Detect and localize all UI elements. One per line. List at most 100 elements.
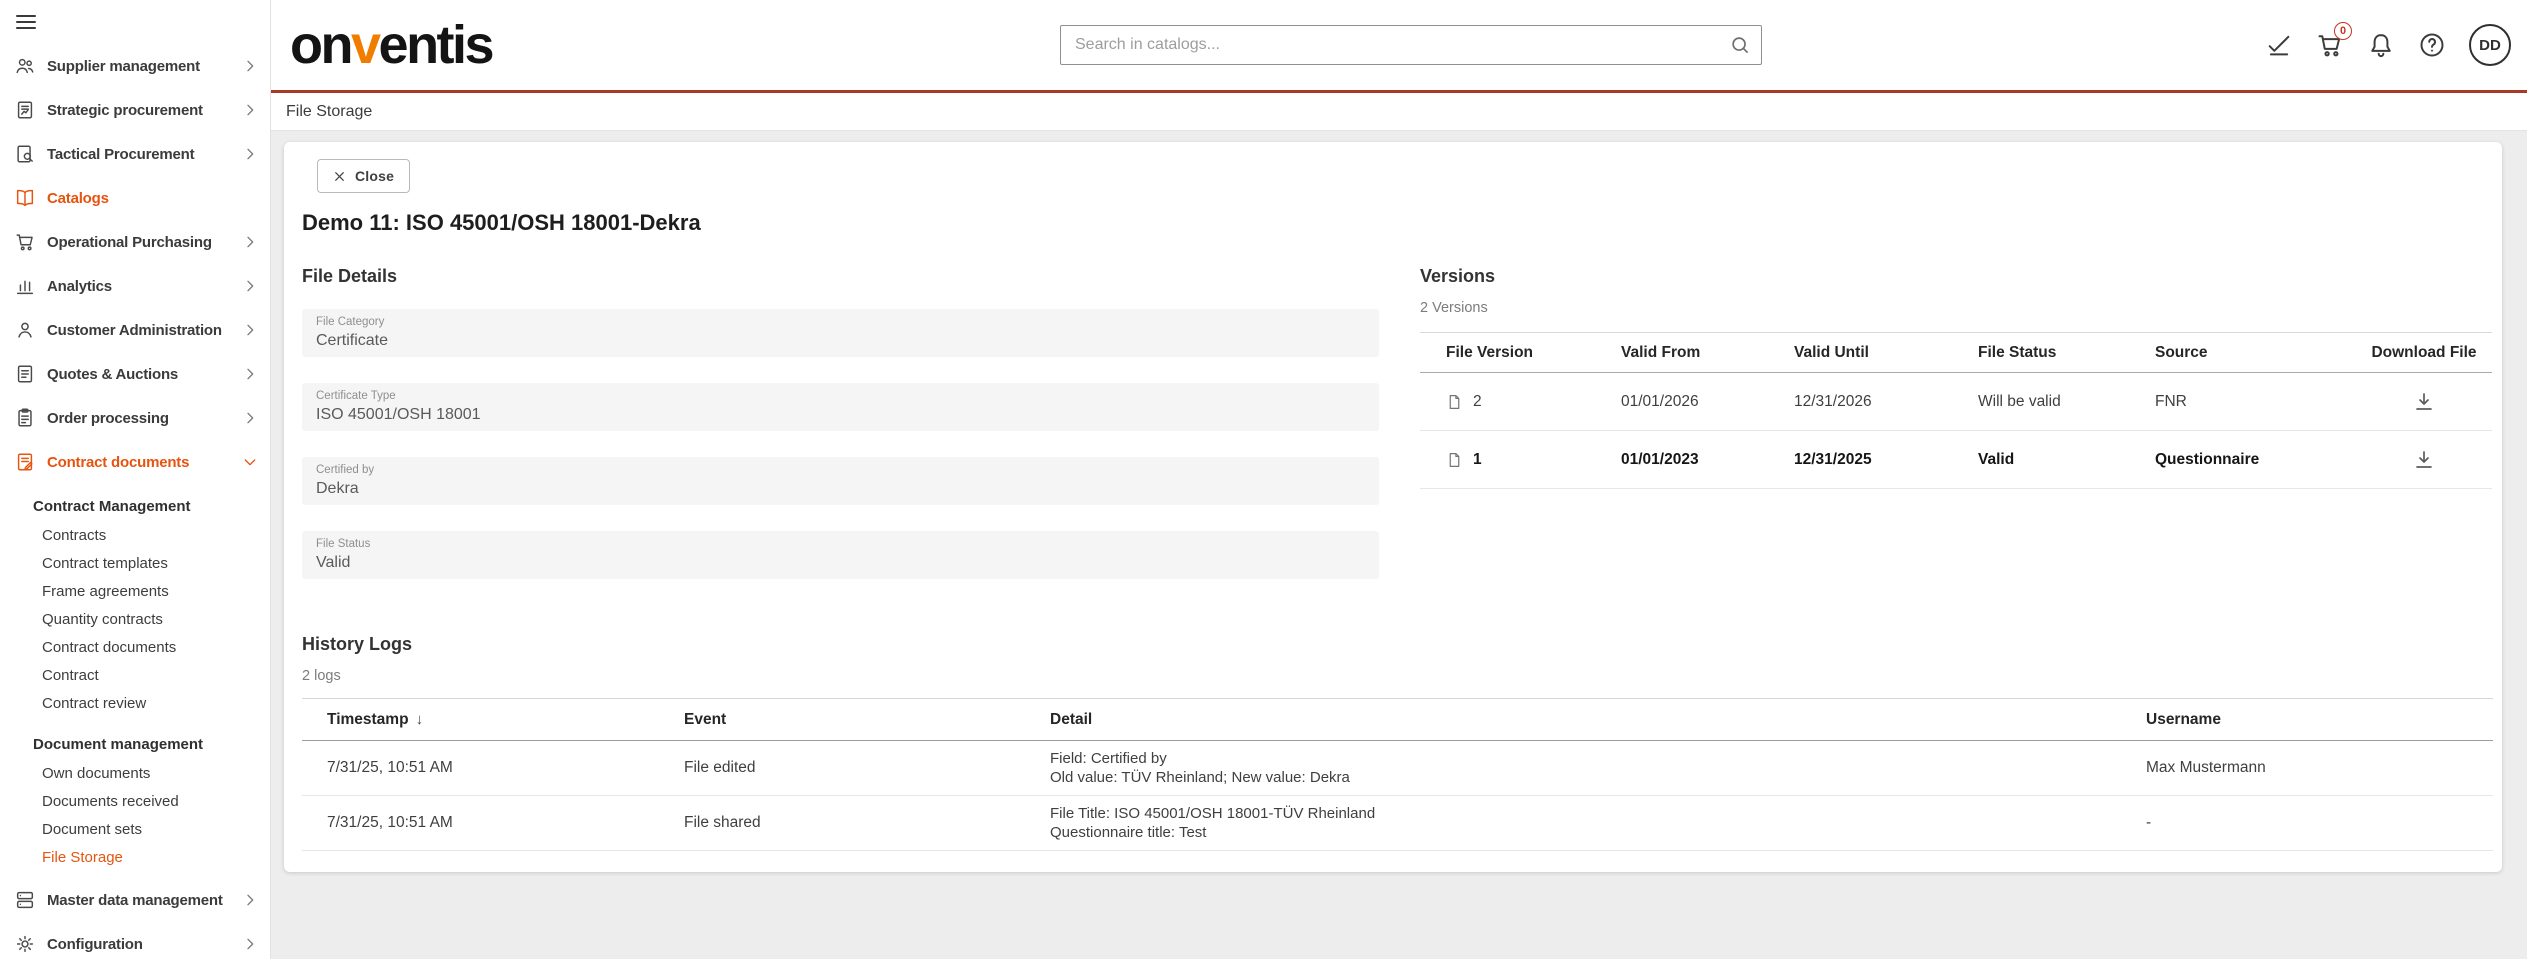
- sidebar-item-label: Master data management: [47, 892, 242, 909]
- col-source: Source: [2155, 333, 2356, 373]
- close-button-label: Close: [355, 168, 394, 184]
- sidebar-item-label: Analytics: [47, 278, 242, 295]
- sidebar-item-master-data-management[interactable]: Master data management: [0, 878, 270, 922]
- file-storage-detail-card: Close Demo 11: ISO 45001/OSH 18001-Dekra…: [284, 142, 2502, 872]
- sidebar-item-label: Operational Purchasing: [47, 234, 242, 251]
- sidebar-item-own-documents[interactable]: Own documents: [0, 760, 270, 788]
- history-header-row: Timestamp↓ Event Detail Username: [302, 699, 2493, 741]
- sidebar-item-contract[interactable]: Contract: [0, 662, 270, 690]
- sidebar-item-contract-documents[interactable]: Contract documents: [0, 440, 270, 484]
- sidebar-item-tactical-procurement[interactable]: Tactical Procurement: [0, 132, 270, 176]
- sidebar-item-label: Contract documents: [47, 454, 242, 471]
- sidebar-item-supplier-management[interactable]: Supplier management: [0, 44, 270, 88]
- onventis-logo[interactable]: onventis: [290, 0, 492, 90]
- sidebar-item-quantity-contracts[interactable]: Quantity contracts: [0, 606, 270, 634]
- sidebar-item-contracts[interactable]: Contracts: [0, 522, 270, 550]
- file-category-field: File Category Certificate: [302, 309, 1379, 357]
- chevron-right-icon: [242, 146, 258, 162]
- sidebar-item-operational-purchasing[interactable]: Operational Purchasing: [0, 220, 270, 264]
- versions-count: 2 Versions: [1420, 300, 2492, 316]
- history-logs-section: History Logs 2 logs Timestamp↓ Event Det…: [302, 634, 2493, 851]
- sidebar-item-strategic-procurement[interactable]: Strategic procurement: [0, 88, 270, 132]
- sidebar: Supplier management Strategic procuremen…: [0, 0, 271, 959]
- history-logs-table: Timestamp↓ Event Detail Username 7/31/25…: [302, 698, 2493, 851]
- operational-purchasing-icon: [14, 231, 36, 253]
- cart-icon[interactable]: 0: [2316, 31, 2344, 59]
- history-logs-count: 2 logs: [302, 668, 2493, 684]
- download-icon[interactable]: [2412, 390, 2436, 414]
- timestamp-cell: 7/31/25, 10:51 AM: [302, 796, 684, 851]
- sidebar-item-document-sets[interactable]: Document sets: [0, 816, 270, 844]
- detail-line-2: Questionnaire title: Test: [1050, 823, 2146, 842]
- search-icon[interactable]: [1729, 34, 1751, 56]
- chevron-right-icon: [242, 892, 258, 908]
- sidebar-item-customer-administration[interactable]: Customer Administration: [0, 308, 270, 352]
- valid-from-cell: 01/01/2023: [1621, 431, 1794, 489]
- chevron-right-icon: [242, 322, 258, 338]
- sidebar-item-configuration[interactable]: Configuration: [0, 922, 270, 959]
- page-title: Demo 11: ISO 45001/OSH 18001-Dekra: [302, 210, 701, 236]
- version-row[interactable]: 1 01/01/2023 12/31/2025 Valid Questionna…: [1420, 431, 2492, 489]
- chevron-right-icon: [242, 410, 258, 426]
- col-username: Username: [2146, 699, 2493, 741]
- approvals-icon[interactable]: [2265, 31, 2293, 59]
- sidebar-item-contract-templates[interactable]: Contract templates: [0, 550, 270, 578]
- logo-text-accent: v: [351, 14, 379, 76]
- catalogs-icon: [14, 187, 36, 209]
- master-data-icon: [14, 889, 36, 911]
- username-cell: -: [2146, 796, 2493, 851]
- detail-cell: Field: Certified by Old value: TÜV Rhein…: [1050, 741, 2146, 796]
- sidebar-item-contract-review[interactable]: Contract review: [0, 690, 270, 718]
- file-status-cell: Will be valid: [1978, 373, 2155, 431]
- search-input[interactable]: [1060, 25, 1762, 65]
- history-logs-heading: History Logs: [302, 634, 2493, 655]
- field-value: ISO 45001/OSH 18001: [316, 406, 1365, 424]
- versions-header-row: File Version Valid From Valid Until File…: [1420, 333, 2492, 373]
- field-label: File Category: [316, 316, 1365, 328]
- field-value: Certificate: [316, 332, 1365, 350]
- help-icon[interactable]: [2418, 31, 2446, 59]
- breadcrumb-bar: File Storage: [271, 93, 2527, 131]
- sidebar-item-quotes-auctions[interactable]: Quotes & Auctions: [0, 352, 270, 396]
- download-icon[interactable]: [2412, 448, 2436, 472]
- configuration-icon: [14, 933, 36, 955]
- col-detail: Detail: [1050, 699, 2146, 741]
- sidebar-item-catalogs[interactable]: Catalogs: [0, 176, 270, 220]
- chevron-down-icon: [242, 454, 258, 470]
- sidebar-item-order-processing[interactable]: Order processing: [0, 396, 270, 440]
- valid-until-cell: 12/31/2025: [1794, 431, 1978, 489]
- timestamp-cell: 7/31/25, 10:51 AM: [302, 741, 684, 796]
- col-valid-from: Valid From: [1621, 333, 1794, 373]
- user-avatar[interactable]: DD: [2469, 24, 2511, 66]
- versions-section: Versions 2 Versions File Version Valid F…: [1420, 266, 2492, 489]
- file-details-fields: File Category Certificate Certificate Ty…: [302, 309, 1379, 605]
- header-actions: 0 DD: [2265, 0, 2511, 90]
- version-row[interactable]: 2 01/01/2026 12/31/2026 Will be valid FN…: [1420, 373, 2492, 431]
- notifications-icon[interactable]: [2367, 31, 2395, 59]
- log-row: 7/31/25, 10:51 AM File shared File Title…: [302, 796, 2493, 851]
- sidebar-group-contract-management: Contract Management: [0, 492, 270, 522]
- customer-administration-icon: [14, 319, 36, 341]
- sidebar-item-label: Order processing: [47, 410, 242, 427]
- logo-text: on: [290, 14, 351, 76]
- cart-count-badge: 0: [2334, 22, 2352, 40]
- file-status-cell: Valid: [1978, 431, 2155, 489]
- sidebar-item-analytics[interactable]: Analytics: [0, 264, 270, 308]
- chevron-right-icon: [242, 58, 258, 74]
- chevron-right-icon: [242, 366, 258, 382]
- breadcrumb: File Storage: [286, 103, 372, 121]
- sort-descending-icon: ↓: [416, 711, 424, 728]
- col-timestamp[interactable]: Timestamp↓: [302, 699, 684, 741]
- field-label: Certificate Type: [316, 390, 1365, 402]
- sidebar-item-frame-agreements[interactable]: Frame agreements: [0, 578, 270, 606]
- menu-icon[interactable]: [14, 10, 38, 34]
- sidebar-item-file-storage[interactable]: File Storage: [0, 844, 270, 872]
- sidebar-item-contract-documents-sub[interactable]: Contract documents: [0, 634, 270, 662]
- quotes-auctions-icon: [14, 363, 36, 385]
- sidebar-item-documents-received[interactable]: Documents received: [0, 788, 270, 816]
- col-file-status: File Status: [1978, 333, 2155, 373]
- field-label: File Status: [316, 538, 1365, 550]
- detail-cell: File Title: ISO 45001/OSH 18001-TÜV Rhei…: [1050, 796, 2146, 851]
- col-file-version: File Version: [1420, 333, 1621, 373]
- close-button[interactable]: Close: [317, 159, 410, 193]
